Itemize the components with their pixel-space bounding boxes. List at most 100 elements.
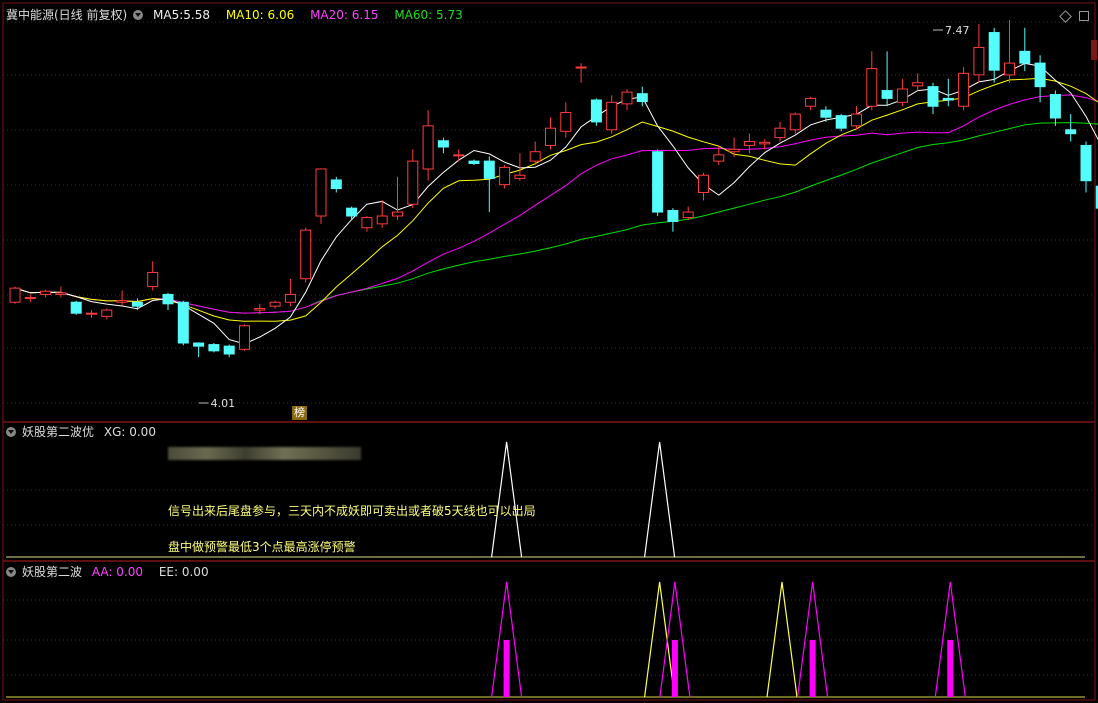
candle-body (1034, 62, 1046, 88)
ma20-value: 6.15 (351, 8, 379, 22)
ma5-value: 5.58 (183, 8, 210, 22)
ma10-line (14, 77, 1098, 322)
candle-body (269, 301, 281, 307)
candle-body (24, 297, 36, 300)
candle-body (330, 179, 342, 190)
candle-body (881, 90, 893, 99)
ma5-label: MA5: (153, 8, 184, 22)
candle-body (1080, 144, 1092, 182)
aa-bar (671, 640, 678, 697)
candle-body (529, 151, 541, 162)
candle-body (55, 292, 67, 295)
note-line-2: 盘中做预警最低3个点最高涨停预警 (168, 540, 356, 554)
candle-body (835, 115, 847, 129)
xg-value: 0.00 (129, 425, 156, 439)
candle-body (958, 72, 970, 107)
candle-body (101, 309, 113, 317)
candle-body (621, 91, 633, 105)
xg-label: XG: (103, 425, 126, 439)
aa-value: 0.00 (116, 565, 143, 579)
chart-frame (2, 2, 1096, 701)
candle-body (988, 32, 1000, 71)
ee-value: 0.00 (181, 565, 209, 579)
candle-body (116, 300, 128, 303)
ee-label: EE: (158, 565, 179, 579)
candle-body (300, 229, 312, 280)
candle-body (70, 301, 82, 314)
ma10-label: MA10: (225, 8, 264, 22)
ma10-readout: MA10: 6.06 (226, 8, 300, 22)
candle-body (9, 287, 21, 303)
candle-body (851, 113, 862, 127)
candle-body (590, 99, 602, 123)
candle-body (759, 141, 771, 145)
chart-stage: 7.47 4.01 冀中能源(日线 前复权) MA5:5.58 MA10: 6.0… (0, 0, 1098, 703)
candle-body (177, 301, 189, 344)
candle-body (912, 82, 924, 87)
candle-body (193, 342, 205, 347)
stock-name: 冀中能源(日线 前复权) (6, 8, 128, 22)
aa-readout: AA: 0.00 (92, 565, 149, 579)
candle-body (40, 290, 52, 295)
candle-body (560, 112, 572, 132)
ee-readout: EE: 0.00 (159, 565, 215, 579)
ma20-readout: MA20: 6.15 (310, 8, 384, 22)
candle-body (820, 109, 832, 118)
candle-body (392, 211, 403, 217)
candle-body (667, 210, 679, 222)
candle-body (1049, 93, 1061, 119)
candle-body (284, 293, 296, 303)
candle-body (422, 125, 434, 170)
candle-body (376, 215, 388, 225)
candle-body (805, 97, 817, 107)
xg-signal (491, 441, 523, 558)
scroll-marker (1091, 40, 1097, 60)
candle-body (147, 271, 159, 288)
candle-body (896, 88, 908, 103)
dropdown-icon[interactable] (133, 10, 144, 20)
indicator-name: 妖股第二波 (22, 565, 83, 579)
candle-body (407, 160, 419, 205)
candle-body (789, 113, 801, 131)
note-line-1: 信号出来后尾盘参与，三天内不成妖即可卖出或者破5天线也可以出局 (168, 504, 536, 518)
candle-body (223, 345, 235, 355)
candle-body (346, 207, 358, 217)
candle-body (927, 86, 939, 107)
candle-body (499, 166, 511, 186)
candle-body (942, 97, 954, 101)
ma20-label: MA20: (310, 8, 348, 22)
sub2-header: 妖股第二波 AA: 0.00 EE: 0.00 (6, 565, 221, 579)
ma10-value: 6.06 (267, 8, 295, 22)
ma5-readout: MA5:5.58 (153, 8, 216, 22)
dropdown-icon[interactable] (6, 567, 16, 577)
ma60-label: MA60: (394, 8, 433, 22)
candle-body (1065, 129, 1077, 135)
aa-bar (947, 640, 954, 697)
candle-body (468, 160, 480, 164)
candle-body (453, 154, 465, 157)
dropdown-icon[interactable] (6, 427, 16, 437)
main-header: 冀中能源(日线 前复权) MA5:5.58 MA10: 6.06 MA20: 6… (6, 8, 475, 22)
candle-body (713, 154, 725, 162)
candle-body (866, 68, 878, 107)
candle-body (437, 140, 449, 148)
candle-body (514, 174, 526, 179)
candle-body (208, 344, 220, 352)
candle-body (315, 168, 327, 217)
ma20-line (14, 94, 1098, 314)
candle-body (254, 308, 266, 311)
aa-bar (809, 640, 816, 697)
candle-body (636, 93, 648, 103)
xg-signal (644, 441, 676, 558)
ma60-value: 5.73 (436, 8, 463, 22)
candle-body (575, 66, 587, 69)
aa-bar (503, 640, 510, 697)
kline-chart: 7.47 4.01 (2, 2, 1098, 701)
sub1-header: 妖股第二波优 XG: 0.00 (6, 425, 168, 439)
candle-body (652, 151, 664, 213)
xg-readout: XG: 0.00 (104, 425, 162, 439)
candle-body (973, 46, 985, 76)
candle-body (743, 141, 755, 146)
maximize-icon[interactable] (1079, 11, 1089, 21)
price-annotation: 4.01 (211, 397, 236, 410)
